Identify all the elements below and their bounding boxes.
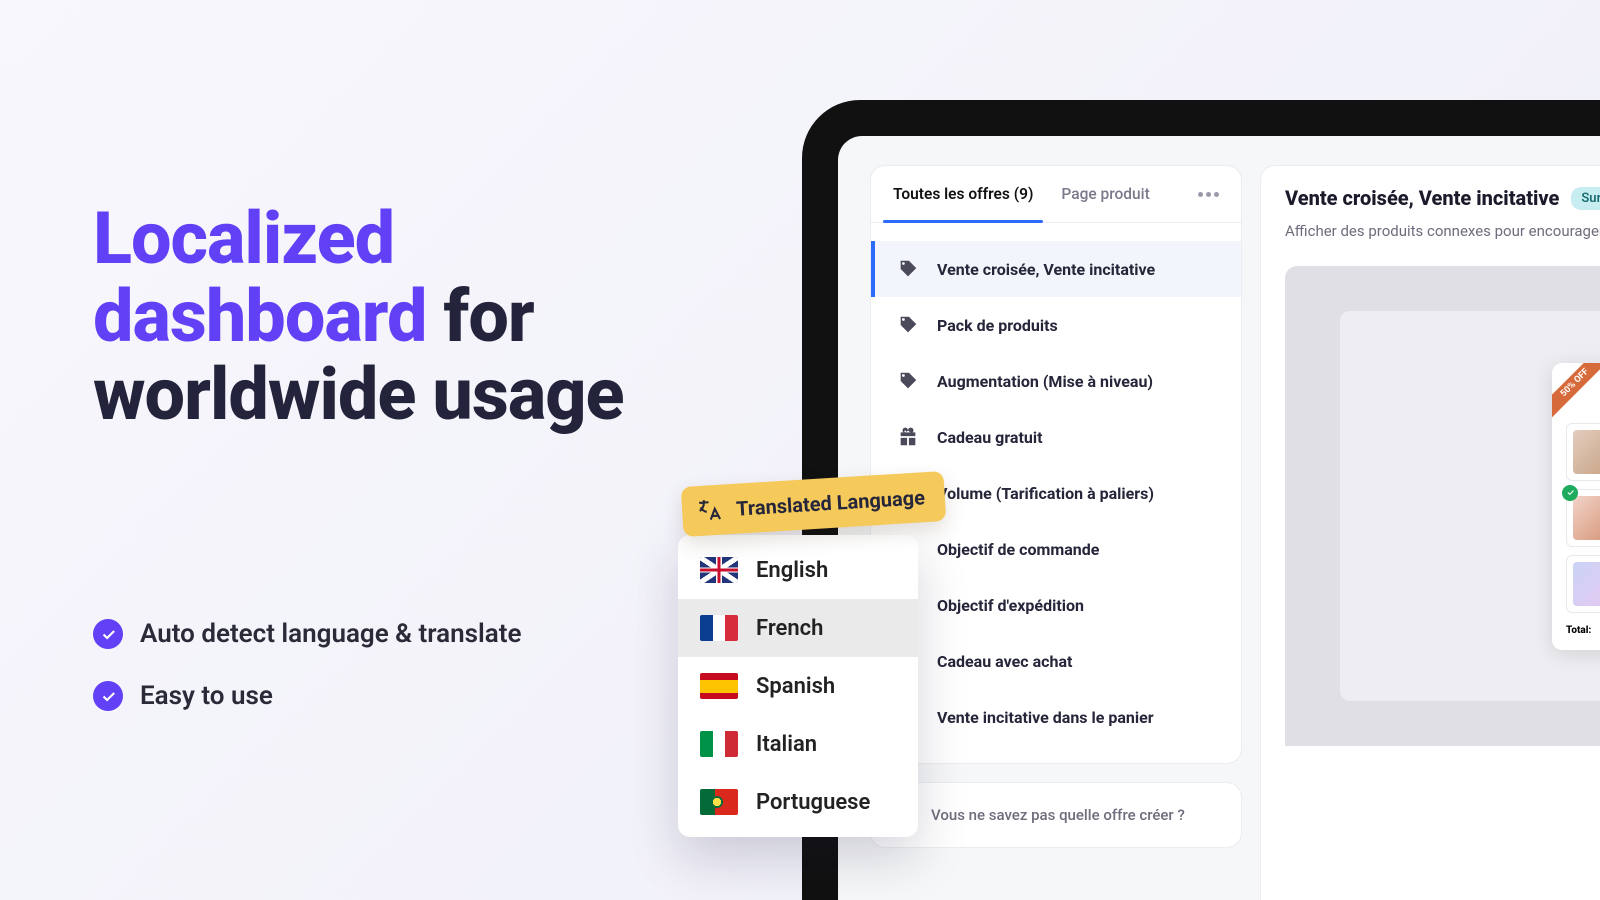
product-image bbox=[1573, 496, 1600, 540]
offers-panel: Toutes les offres (9) Page produit Vente… bbox=[871, 166, 1241, 763]
offer-cart-upsell[interactable]: Vente incitative dans le panier bbox=[871, 689, 1241, 745]
bullet-text: Auto detect language & translate bbox=[140, 619, 521, 649]
translate-icon bbox=[695, 495, 725, 525]
total-label: Total: bbox=[1566, 625, 1591, 636]
check-icon bbox=[93, 619, 123, 649]
tab-more-icon[interactable] bbox=[1198, 192, 1219, 197]
offer-free-gift[interactable]: Cadeau gratuit bbox=[871, 409, 1241, 465]
language-label: French bbox=[756, 616, 823, 641]
prompt-card[interactable]: ? Vous ne savez pas quelle offre créer ? bbox=[871, 783, 1241, 847]
bullet-text: Easy to use bbox=[140, 681, 273, 711]
offer-upgrade[interactable]: Augmentation (Mise à niveau) bbox=[871, 353, 1241, 409]
detail-header: Vente croisée, Vente incitative Sur la p… bbox=[1285, 186, 1600, 210]
tab-all-offers[interactable]: Toutes les offres (9) bbox=[893, 166, 1033, 222]
detail-description: Afficher des produits connexes pour enco… bbox=[1285, 222, 1600, 240]
prompt-text: Vous ne savez pas quelle offre créer ? bbox=[931, 806, 1185, 824]
hero: Localized dashboard for worldwide usage … bbox=[93, 200, 653, 743]
product-image bbox=[1573, 562, 1600, 606]
offer-cross-sell[interactable]: Vente croisée, Vente incitative bbox=[871, 241, 1241, 297]
language-label: Italian bbox=[756, 732, 817, 757]
tag-plus-icon bbox=[897, 314, 919, 336]
widget-total: Total: $19.99 bbox=[1566, 625, 1600, 636]
language-option-italian[interactable]: Italian bbox=[678, 715, 918, 773]
product-image bbox=[1573, 430, 1600, 474]
detail-title: Vente croisée, Vente incitative bbox=[1285, 186, 1559, 210]
language-label: English bbox=[756, 558, 828, 583]
flag-fr-icon bbox=[700, 615, 738, 641]
language-option-spanish[interactable]: Spanish bbox=[678, 657, 918, 715]
tag-plus-icon bbox=[897, 370, 919, 392]
detail-badge: Sur la page p bbox=[1571, 187, 1600, 210]
language-option-portuguese[interactable]: Portuguese bbox=[678, 773, 918, 831]
offer-label: Cadeau avec achat bbox=[937, 652, 1072, 671]
tab-product-page[interactable]: Page produit bbox=[1061, 166, 1149, 222]
gift-icon bbox=[897, 426, 919, 448]
language-label: Spanish bbox=[756, 674, 835, 699]
hero-bullets: Auto detect language & translate Easy to… bbox=[93, 619, 653, 711]
detail-panel: Vente croisée, Vente incitative Sur la p… bbox=[1261, 166, 1600, 900]
language-option-english[interactable]: English bbox=[678, 541, 918, 599]
flag-es-icon bbox=[700, 673, 738, 699]
check-icon bbox=[93, 681, 123, 711]
offer-label: Vente croisée, Vente incitative bbox=[937, 260, 1155, 279]
language-dropdown[interactable]: English French Spanish Italian Portugues… bbox=[678, 535, 918, 837]
offer-label: Objectif d'expédition bbox=[937, 596, 1084, 615]
hero-title: Localized dashboard for worldwide usage bbox=[93, 200, 653, 433]
offer-order-goal[interactable]: Objectif de commande bbox=[871, 521, 1241, 577]
tabs: Toutes les offres (9) Page produit bbox=[871, 166, 1241, 223]
offer-label: Volume (Tarification à paliers) bbox=[937, 484, 1154, 503]
device-screen: Toutes les offres (9) Page produit Vente… bbox=[838, 136, 1600, 900]
bullet-item: Easy to use bbox=[93, 681, 653, 711]
language-label: Portuguese bbox=[756, 790, 870, 815]
flag-pt-icon bbox=[700, 789, 738, 815]
flag-uk-icon bbox=[700, 557, 738, 583]
product-item[interactable]: Screen P $19.99 $2 −1+ bbox=[1566, 489, 1600, 547]
offer-label: Augmentation (Mise à niveau) bbox=[937, 372, 1153, 391]
language-option-french[interactable]: French bbox=[678, 599, 918, 657]
upsell-widget: 50% OFF Yo Get the most Apple Ai $29.99 … bbox=[1552, 363, 1600, 650]
offer-gift-purchase[interactable]: Cadeau avec achat bbox=[871, 633, 1241, 689]
offer-label: Vente incitative dans le panier bbox=[937, 708, 1154, 727]
offer-label: Pack de produits bbox=[937, 316, 1058, 335]
preview-area: 50% OFF Yo Get the most Apple Ai $29.99 … bbox=[1285, 266, 1600, 746]
product-item[interactable]: Apple Ai $29.99 −1+ bbox=[1566, 423, 1600, 481]
check-icon bbox=[1562, 485, 1578, 501]
offer-label: Objectif de commande bbox=[937, 540, 1099, 559]
bullet-item: Auto detect language & translate bbox=[93, 619, 653, 649]
offer-shipping-goal[interactable]: Objectif d'expédition bbox=[871, 577, 1241, 633]
tag-plus-icon bbox=[897, 258, 919, 280]
hero-title-accent: Localized dashboard bbox=[93, 196, 426, 359]
detail-footer: P bbox=[1285, 772, 1600, 808]
preview-inner: 50% OFF Yo Get the most Apple Ai $29.99 … bbox=[1340, 311, 1600, 701]
offer-label: Cadeau gratuit bbox=[937, 428, 1043, 447]
discount-ribbon: 50% OFF bbox=[1552, 363, 1600, 421]
badge-label: Translated Language bbox=[735, 485, 925, 520]
product-item[interactable]: Shockpro $54.50 $6 −1+ bbox=[1566, 555, 1600, 613]
flag-it-icon bbox=[700, 731, 738, 757]
offer-bundle[interactable]: Pack de produits bbox=[871, 297, 1241, 353]
